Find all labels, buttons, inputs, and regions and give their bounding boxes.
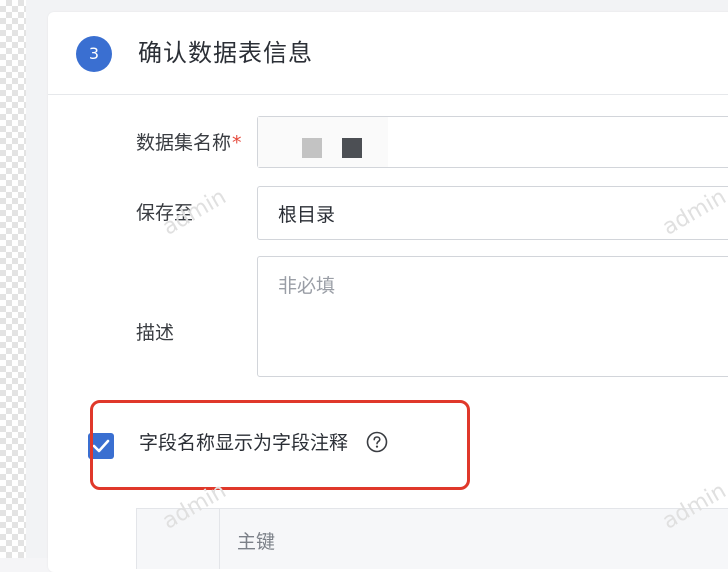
card-title: 确认数据表信息	[138, 39, 313, 67]
redacted-block-light	[302, 138, 322, 158]
blurred-value-area	[258, 117, 388, 167]
description-placeholder: 非必填	[278, 275, 336, 297]
required-mark: *	[232, 132, 242, 154]
highlight-annotation-box	[90, 400, 470, 490]
field-table-header: 主键	[136, 508, 728, 569]
description-textarea[interactable]: 非必填	[257, 256, 728, 377]
save-to-select[interactable]: 根目录	[257, 186, 728, 240]
transparency-checker-strip	[0, 0, 26, 558]
save-to-value: 根目录	[278, 204, 336, 226]
dataset-name-label-text: 数据集名称	[136, 132, 232, 154]
description-label: 描述	[136, 322, 175, 344]
dataset-name-input[interactable]	[257, 116, 728, 168]
dataset-name-label: 数据集名称*	[136, 130, 242, 156]
step-number-badge: 3	[76, 36, 112, 72]
table-header-primary-key: 主键	[237, 531, 276, 553]
save-to-label: 保存至	[136, 202, 194, 224]
redacted-block-dark	[342, 138, 362, 158]
card-header: 3 确认数据表信息	[48, 12, 728, 95]
table-column-divider	[219, 509, 220, 569]
